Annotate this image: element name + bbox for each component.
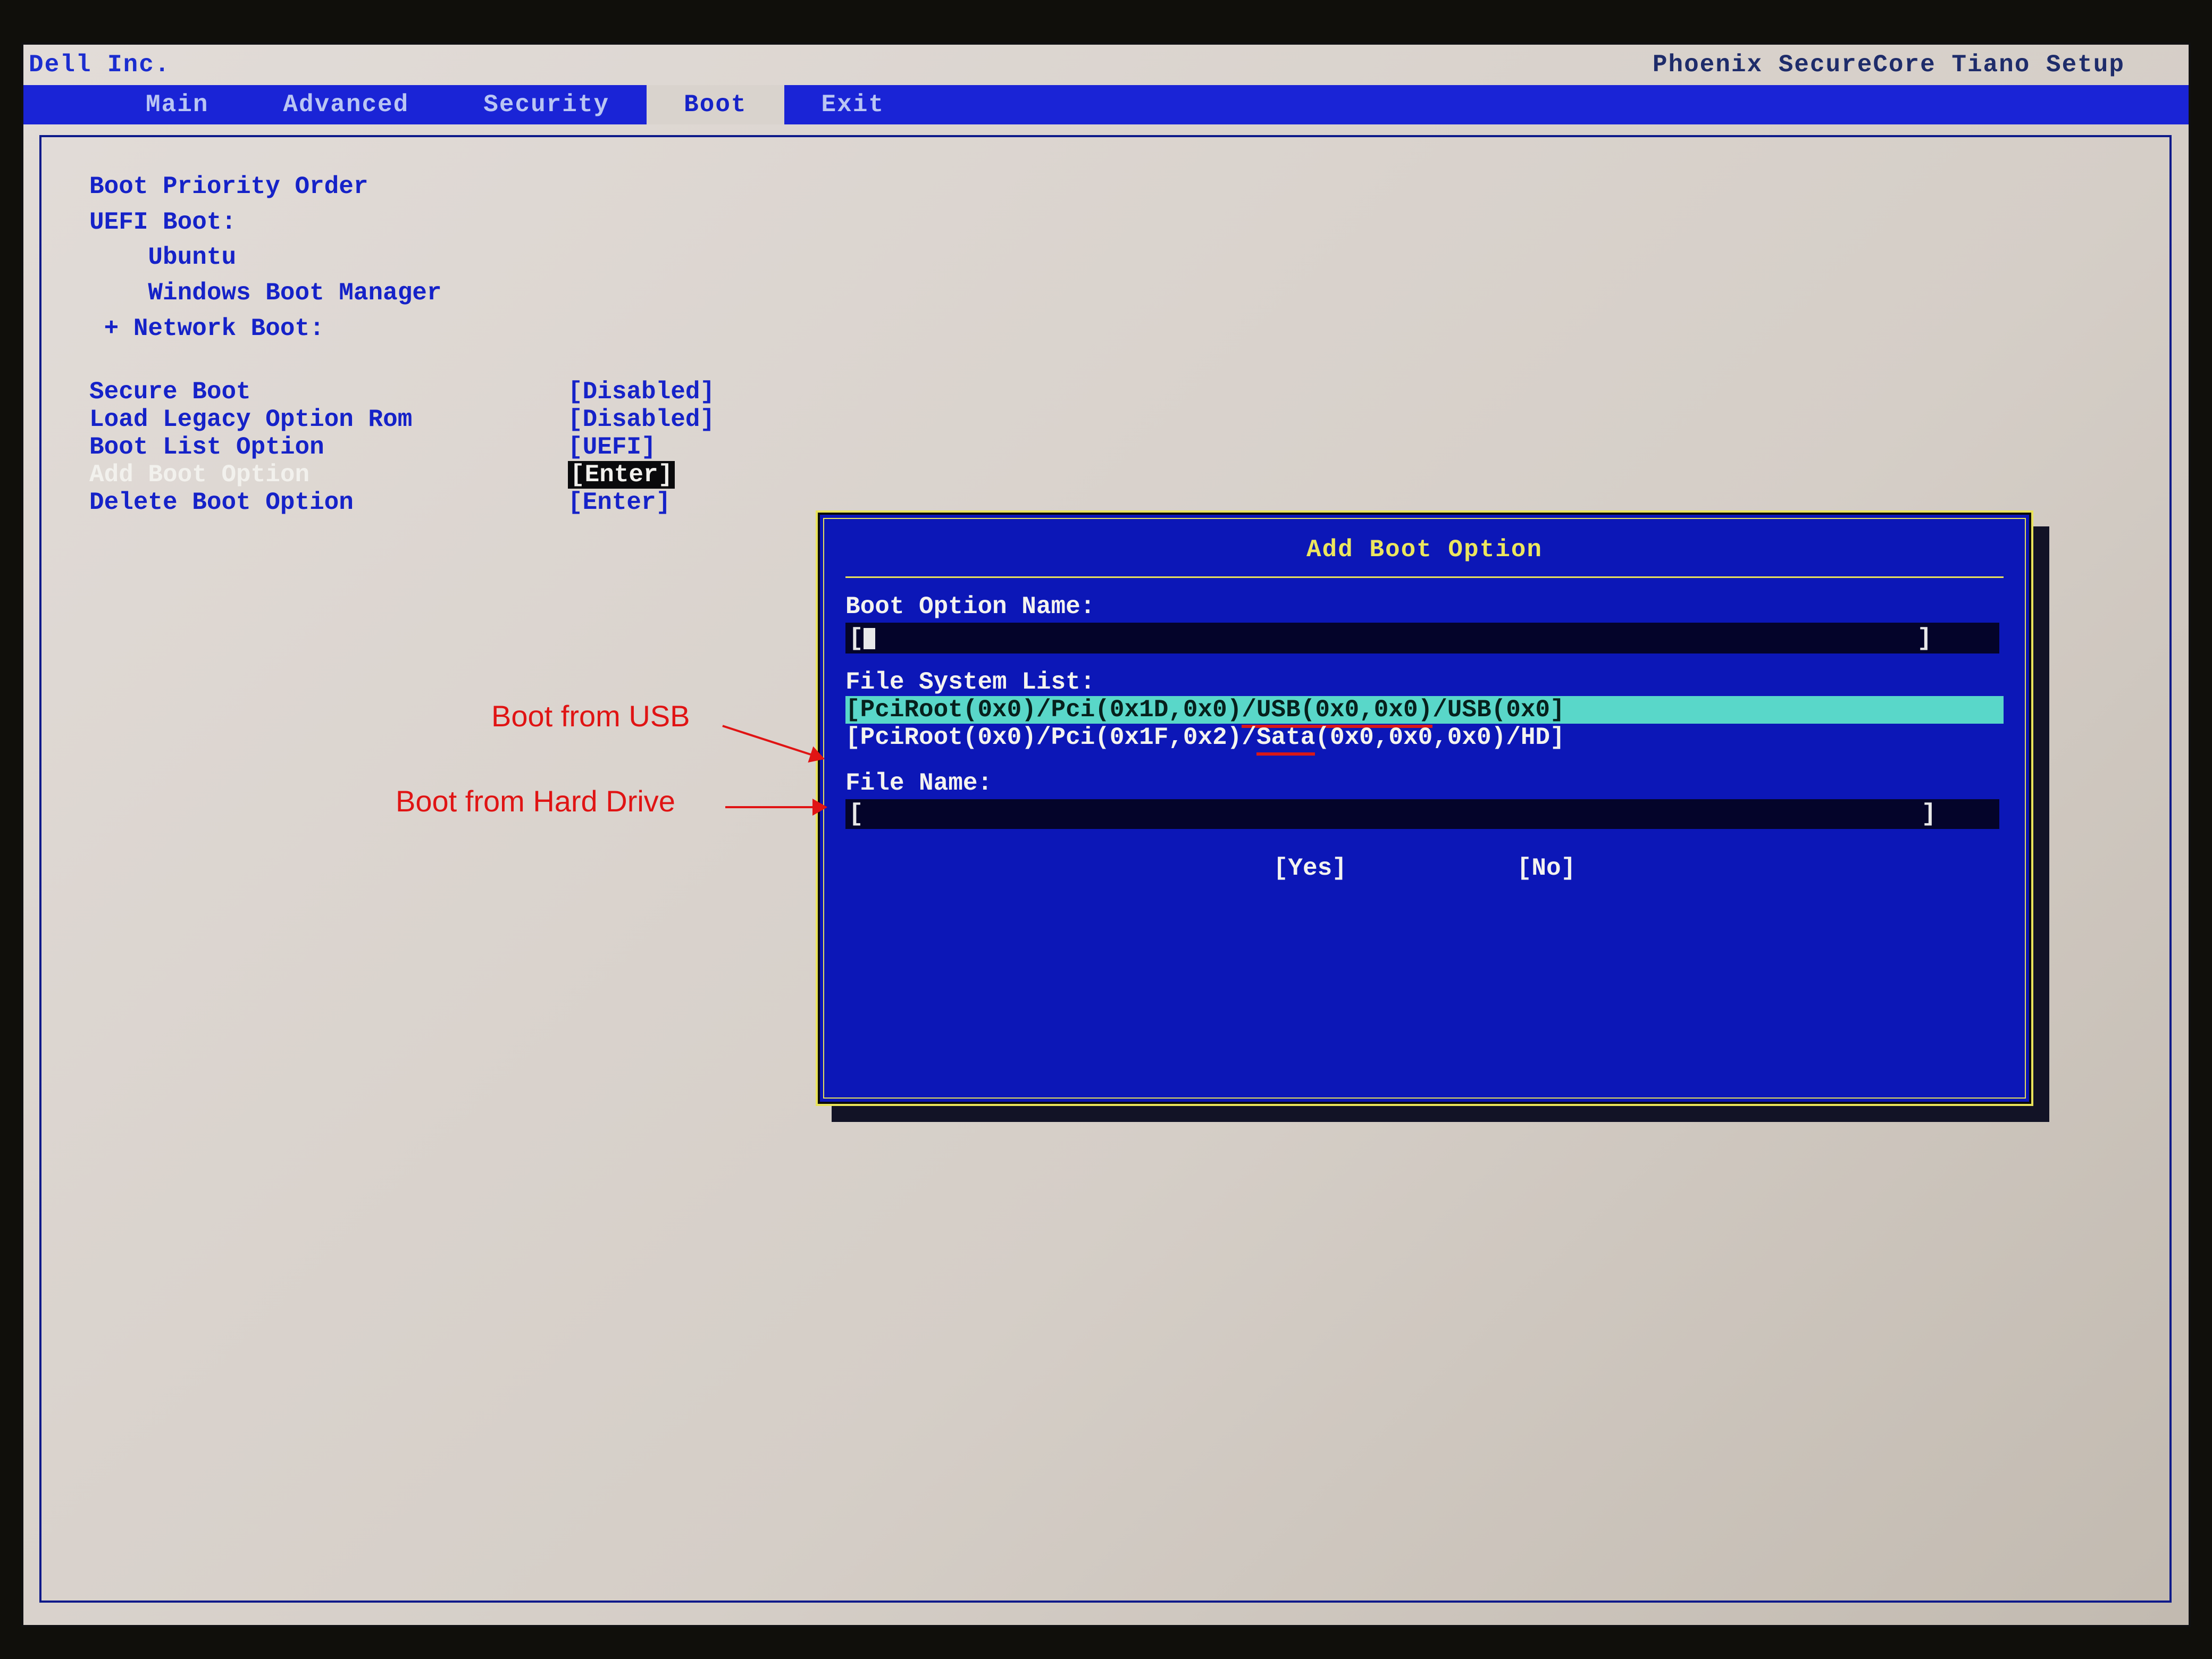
tab-exit[interactable]: Exit <box>784 85 921 124</box>
option-add-boot-option[interactable]: Add Boot Option [Enter] <box>89 461 2122 489</box>
dialog-yes-button[interactable]: [Yes] <box>1273 854 1347 882</box>
menu-bar: Main Advanced Security Boot Exit <box>23 85 2189 124</box>
dialog-title: Add Boot Option <box>845 529 2004 576</box>
option-boot-list[interactable]: Boot List Option [UEFI] <box>89 433 2122 461</box>
uefi-item-ubuntu[interactable]: Ubuntu <box>89 240 2122 275</box>
dialog-no-button[interactable]: [No] <box>1517 854 1576 882</box>
product-label: Phoenix SecureCore Tiano Setup <box>1653 51 2125 79</box>
boot-priority-heading: Boot Priority Order <box>89 169 2122 205</box>
tab-boot[interactable]: Boot <box>647 85 784 124</box>
title-bar: Dell Inc. Phoenix SecureCore Tiano Setup <box>23 45 2189 85</box>
tab-main[interactable]: Main <box>108 85 246 124</box>
tab-advanced[interactable]: Advanced <box>246 85 446 124</box>
option-secure-boot[interactable]: Secure Boot [Disabled] <box>89 378 2122 406</box>
file-name-label: File Name: <box>845 769 2004 797</box>
annotation-hdd: Boot from Hard Drive <box>396 784 675 818</box>
add-boot-option-dialog: Add Boot Option Boot Option Name: [] Fil… <box>816 510 2033 1106</box>
option-load-legacy-rom[interactable]: Load Legacy Option Rom [Disabled] <box>89 406 2122 433</box>
fs-item-usb[interactable]: [PciRoot(0x0)/Pci(0x1D,0x0)/USB(0x0,0x0)… <box>845 696 2004 724</box>
network-boot-heading[interactable]: + Network Boot: <box>89 311 2122 347</box>
tab-security[interactable]: Security <box>446 85 647 124</box>
bios-screen: Dell Inc. Phoenix SecureCore Tiano Setup… <box>21 43 2191 1627</box>
fs-item-sata[interactable]: [PciRoot(0x0)/Pci(0x1F,0x2)/Sata(0x0,0x0… <box>845 724 2004 751</box>
file-name-input[interactable]: [] <box>845 799 1999 829</box>
uefi-boot-heading: UEFI Boot: <box>89 205 2122 240</box>
vendor-label: Dell Inc. <box>23 51 170 79</box>
text-cursor-icon <box>864 628 875 649</box>
arrow-icon <box>725 806 826 808</box>
dialog-divider <box>845 576 2004 578</box>
boot-option-name-input[interactable]: [] <box>845 623 1999 653</box>
uefi-item-windows[interactable]: Windows Boot Manager <box>89 275 2122 311</box>
boot-option-name-label: Boot Option Name: <box>845 593 2004 621</box>
file-system-list-label: File System List: <box>845 668 2004 696</box>
annotation-usb: Boot from USB <box>491 699 690 733</box>
